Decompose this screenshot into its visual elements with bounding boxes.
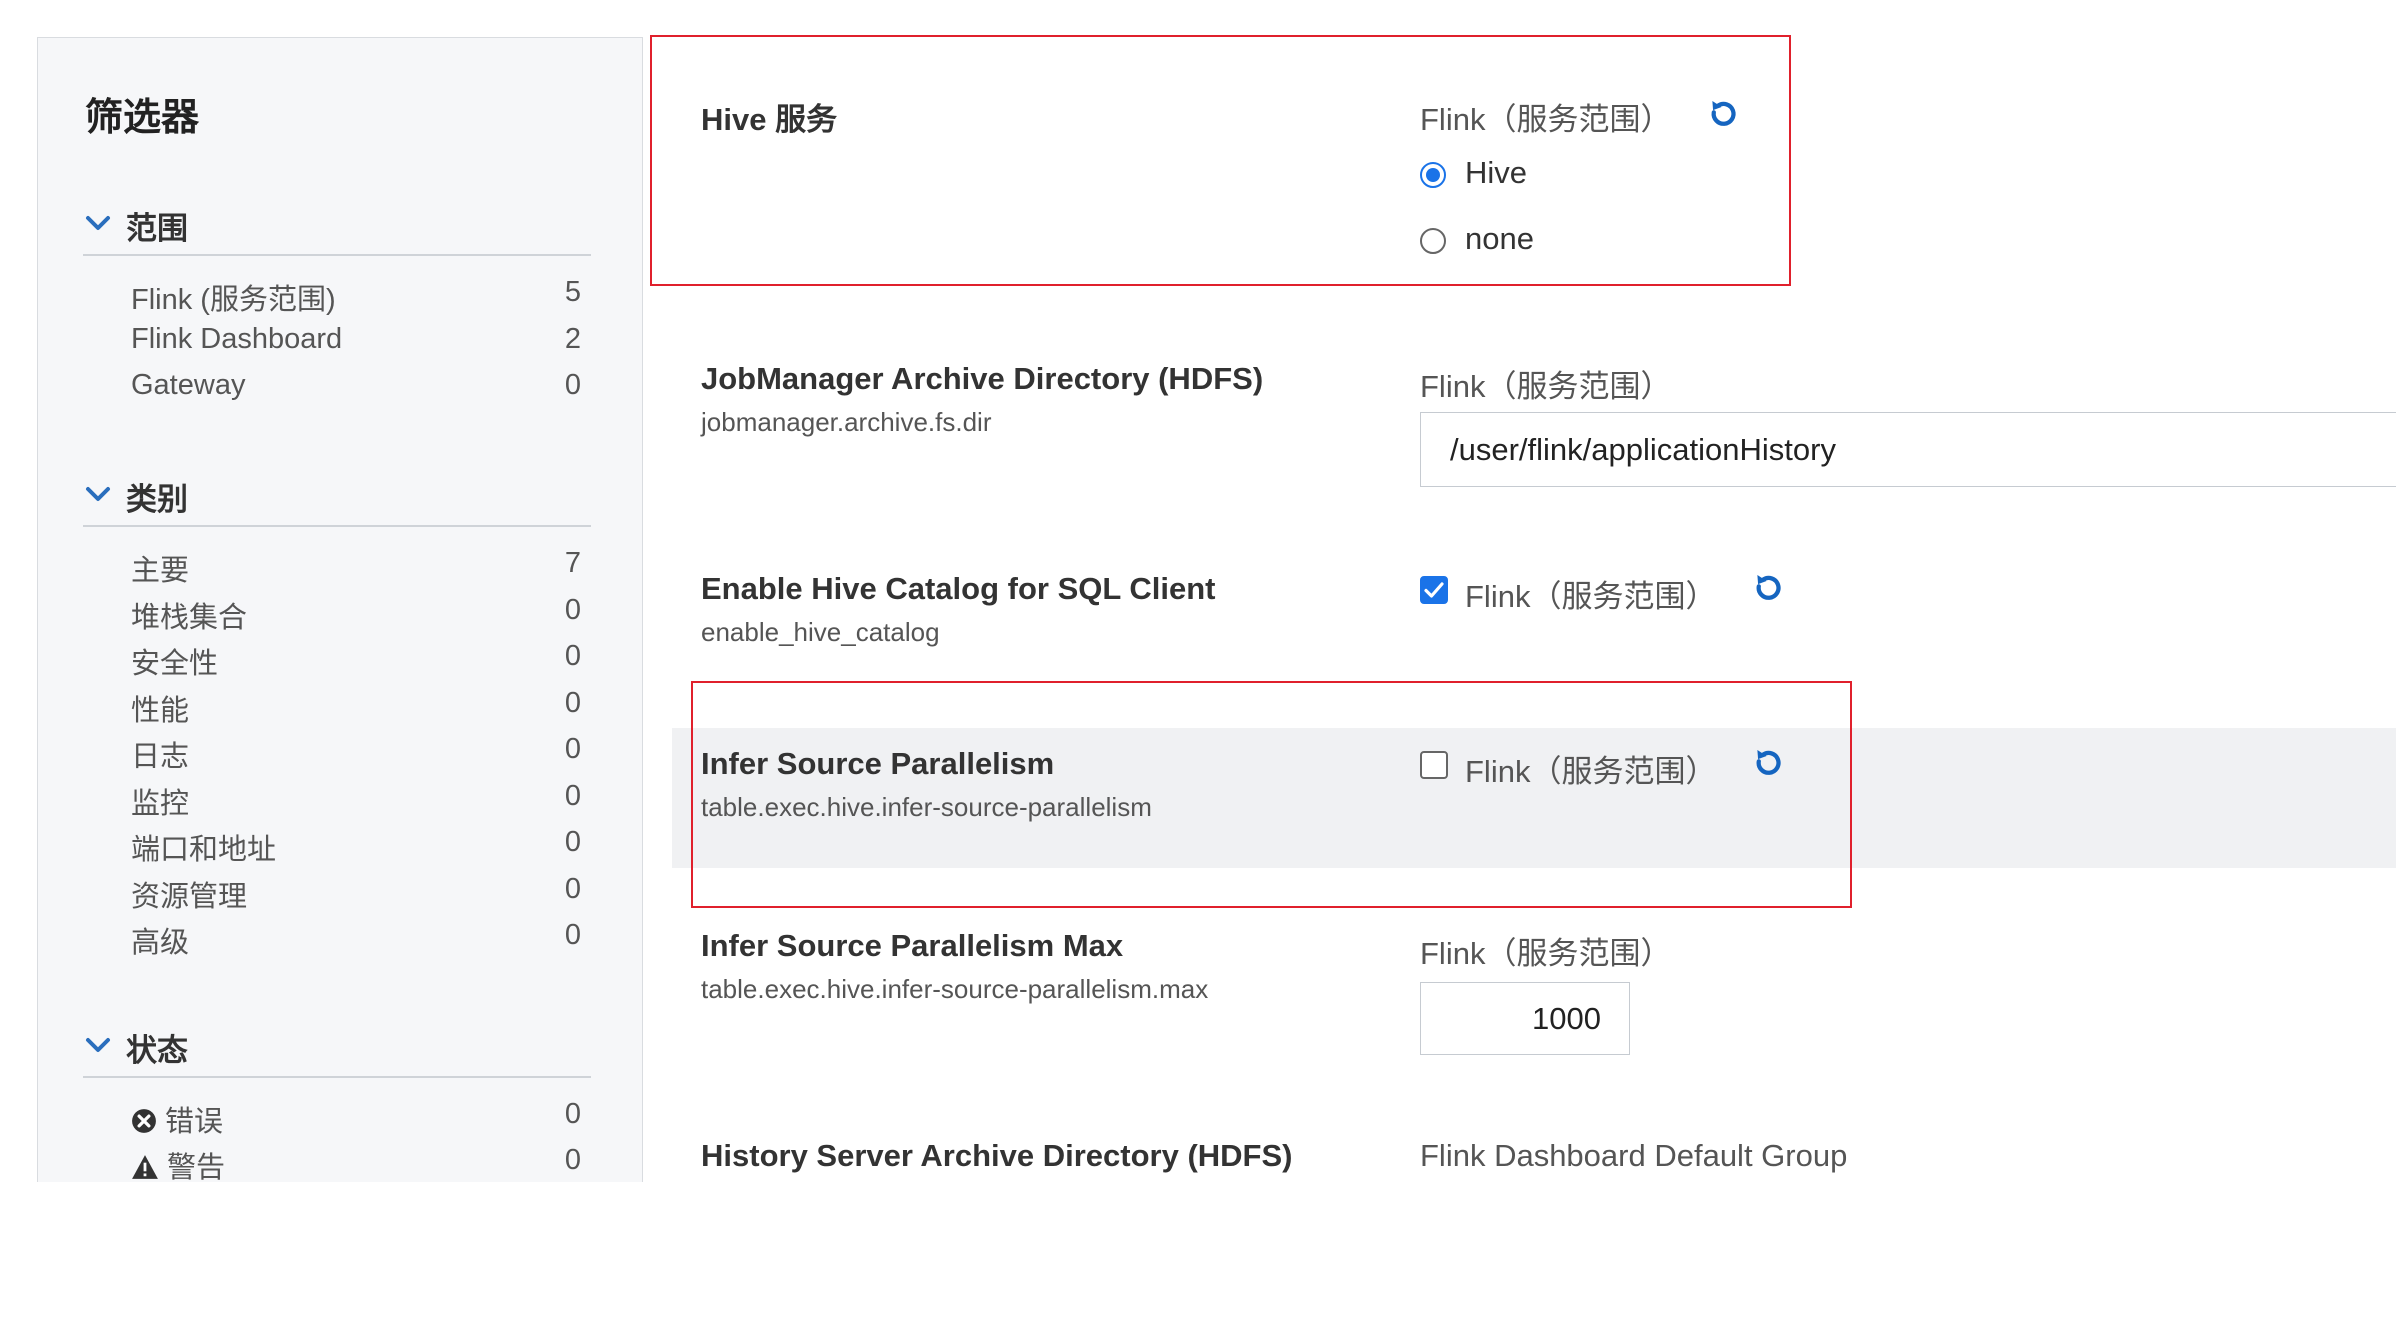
- filter-item-ports-addresses[interactable]: 端口和地址 0: [131, 826, 581, 870]
- config-property-list: Hive 服务 Flink（服务范围） Hive none JobManager…: [643, 0, 2396, 1326]
- property-name: History Server Archive Directory (HDFS): [701, 1138, 1293, 1173]
- reset-icon[interactable]: [1751, 570, 1785, 604]
- property-scope: Flink Dashboard Default Group: [1420, 1138, 1848, 1173]
- filter-group-status-header[interactable]: 状态: [83, 1020, 591, 1078]
- chevron-down-icon: [86, 1038, 110, 1052]
- chevron-down-icon: [86, 216, 110, 230]
- filter-group-label: 状态: [126, 1033, 188, 1068]
- property-scope: Flink（服务范围）: [1420, 936, 1672, 971]
- filter-item-flink-dashboard[interactable]: Flink Dashboard 2: [131, 323, 581, 367]
- filter-title: 筛选器: [85, 97, 200, 139]
- highlight-box-infer-source-parallelism: [691, 681, 1852, 908]
- filter-item-gateway[interactable]: Gateway 0: [131, 369, 581, 413]
- filter-item-stack-collection[interactable]: 堆栈集合 0: [131, 594, 581, 638]
- filter-item-main[interactable]: 主要 7: [131, 547, 581, 591]
- highlight-box-hive-service: [650, 35, 1791, 286]
- property-name: Infer Source Parallelism Max: [701, 928, 1124, 963]
- filter-item-resource-management[interactable]: 资源管理 0: [131, 873, 581, 917]
- filter-item-advanced[interactable]: 高级 0: [131, 919, 581, 963]
- filter-item-error[interactable]: 错误 0: [131, 1098, 581, 1142]
- filter-item-performance[interactable]: 性能 0: [131, 687, 581, 731]
- filter-group-label: 类别: [126, 482, 188, 517]
- filter-group-scope-header[interactable]: 范围: [83, 198, 591, 256]
- property-scope: Flink（服务范围）: [1465, 579, 1717, 614]
- filter-item-logs[interactable]: 日志 0: [131, 733, 581, 777]
- property-name: Enable Hive Catalog for SQL Client: [701, 571, 1216, 606]
- parallelism-max-input[interactable]: [1420, 982, 1630, 1055]
- filter-group-label: 范围: [126, 211, 188, 246]
- filter-sidebar: 筛选器 范围 Flink (服务范围) 5 Flink Dashboard 2 …: [37, 37, 643, 1182]
- property-key: table.exec.hive.infer-source-parallelism…: [701, 974, 1209, 1004]
- filter-item-warning[interactable]: 警告 0: [131, 1144, 581, 1182]
- filter-group-category-header[interactable]: 类别: [83, 469, 591, 527]
- chevron-down-icon: [86, 487, 110, 501]
- property-scope: Flink（服务范围）: [1420, 369, 1672, 404]
- property-name: JobManager Archive Directory (HDFS): [701, 361, 1264, 396]
- check-icon: [1424, 582, 1444, 598]
- filter-item-label: 错误: [165, 1106, 224, 1138]
- property-key: jobmanager.archive.fs.dir: [701, 407, 992, 437]
- filter-item-security[interactable]: 安全性 0: [131, 640, 581, 684]
- filter-item-label: 警告: [167, 1152, 226, 1182]
- error-circle-icon: [132, 1109, 156, 1133]
- archive-dir-input[interactable]: [1420, 412, 2396, 487]
- enable-hive-catalog-checkbox[interactable]: [1420, 576, 1448, 604]
- filter-item-monitoring[interactable]: 监控 0: [131, 780, 581, 824]
- property-key: enable_hive_catalog: [701, 617, 940, 647]
- filter-item-flink-service[interactable]: Flink (服务范围) 5: [131, 276, 581, 320]
- warning-triangle-icon: [132, 1155, 158, 1179]
